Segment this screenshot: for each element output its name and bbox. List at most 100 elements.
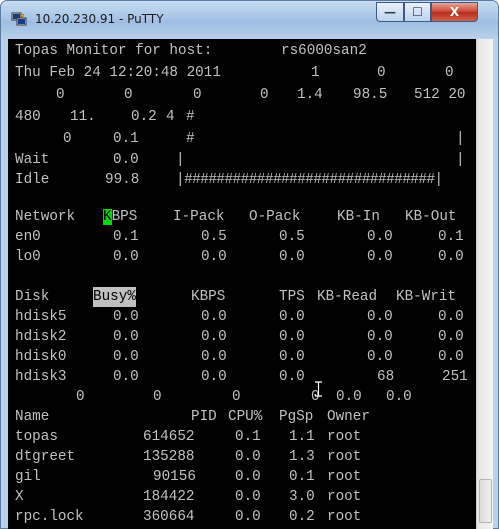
disk-cell: 0.0	[201, 369, 227, 385]
disk-col-header: KBPS	[191, 289, 226, 305]
putty-icon	[11, 12, 27, 26]
network-cell: 0.1	[438, 229, 464, 245]
wait-line: Wait 0.0 | |	[8, 150, 476, 170]
disk-cell: 0.0	[438, 309, 464, 325]
date-line-value: 0	[445, 65, 454, 81]
table-row: gil 90156 0.0 0.1 root	[8, 467, 476, 487]
cpu-value: 0.1	[113, 131, 139, 147]
network-header: Network KBPS I-Pack O-Pack KB-In KB-Out	[8, 207, 476, 227]
disk-col-header: TPS	[279, 289, 305, 305]
network-col-header: KB-In	[337, 209, 380, 225]
disk-cell: 0.0	[201, 329, 227, 345]
window-title: 10.20.230.91 - PuTTY	[35, 12, 164, 26]
process-name: topas	[15, 429, 58, 445]
date-line: Thu Feb 24 12:20:48 2011 1 0 0	[8, 63, 476, 83]
process-cell: root	[327, 509, 362, 525]
disk-cell: 0.0	[201, 309, 227, 325]
scrollbar-thumb[interactable]	[479, 479, 492, 523]
process-name: gil	[15, 469, 41, 485]
disk-cell: 0.0	[367, 329, 393, 345]
maximize-button[interactable]: ☐	[404, 2, 431, 22]
cpu-value: 0.2	[131, 109, 157, 125]
process-name: rpc.lock	[15, 509, 84, 525]
process-cell: 360664	[143, 509, 195, 525]
process-cell: 0.0	[235, 469, 261, 485]
process-cell: 0.0	[235, 489, 261, 505]
disk-cell: 0.0	[201, 349, 227, 365]
network-cell: 0.0	[367, 249, 393, 265]
idle-value: 99.8	[105, 172, 140, 188]
wait-value: 0.0	[113, 152, 139, 168]
disk-name: hdisk0	[15, 349, 67, 365]
summary-value: 0	[260, 87, 269, 103]
text-cursor-icon	[315, 381, 322, 397]
network-col-header: O-Pack	[249, 209, 301, 225]
process-col-header: Name	[15, 409, 50, 425]
table-row: X 184422 0.0 3.0 root	[8, 487, 476, 507]
network-cell: 0.5	[201, 229, 227, 245]
cpu-value: 480	[15, 109, 41, 125]
process-col-header: CPU%	[228, 409, 263, 425]
network-col-header: I-Pack	[173, 209, 225, 225]
summary-value: 1.4	[297, 87, 323, 103]
process-col-header: PID	[191, 409, 217, 425]
process-cell: 0.1	[235, 429, 261, 445]
disk-name: hdisk3	[15, 369, 67, 385]
misc-value: 0	[232, 389, 241, 405]
summary-value: 0	[56, 87, 65, 103]
process-cell: 135288	[143, 449, 195, 465]
disk-cell: 0.0	[367, 349, 393, 365]
minimize-button[interactable]: —	[376, 2, 404, 22]
cpu-line-2: 0 0.1 # |	[8, 129, 476, 149]
cpu-value: 4	[166, 109, 175, 125]
process-cell: root	[327, 429, 362, 445]
network-interface: lo0	[15, 249, 41, 265]
network-col-header: KB-Out	[405, 209, 457, 225]
process-cell: root	[327, 489, 362, 505]
disk-cell: 0.0	[279, 309, 305, 325]
table-row: rpc.lock 360664 0.0 0.2 root	[8, 507, 476, 527]
network-col-header: KBPS	[103, 207, 137, 227]
wait-bar: |	[176, 152, 185, 168]
summary-value: 512 20	[414, 87, 466, 103]
summary-value: 0	[193, 87, 202, 103]
terminal-screen[interactable]: Topas Monitor for host: rs6000san2 Thu F…	[8, 39, 476, 529]
process-cell: 0.0	[235, 449, 261, 465]
network-cell: 0.0	[201, 249, 227, 265]
disk-col-header: KB-Writ	[396, 289, 457, 305]
date-line-value: 1	[311, 65, 320, 81]
table-row: hdisk2 0.0 0.0 0.0 0.0 0.0	[8, 327, 476, 347]
topas-header-line: Topas Monitor for host: rs6000san2	[8, 41, 476, 61]
maximize-icon: ☐	[412, 5, 423, 19]
network-interface: en0	[15, 229, 41, 245]
network-cell: 0.1	[113, 229, 139, 245]
disk-name: hdisk5	[15, 309, 67, 325]
table-row: hdisk0 0.0 0.0 0.0 0.0 0.0	[8, 347, 476, 367]
network-col-header: Network	[15, 209, 76, 225]
disk-cell: 0.0	[279, 349, 305, 365]
cpu-bar: #	[186, 131, 195, 147]
process-cell: root	[327, 469, 362, 485]
summary-value: 98.5	[353, 87, 388, 103]
disk-cell: 0.0	[367, 309, 393, 325]
network-cell: 0.0	[438, 249, 464, 265]
title-bar[interactable]: 10.20.230.91 - PuTTY — ☐ X	[1, 1, 498, 38]
process-cell: 0.1	[289, 469, 315, 485]
process-name: dtgreet	[15, 449, 76, 465]
date-time: Thu Feb 24 12:20:48 2011	[15, 65, 221, 81]
idle-label: Idle	[15, 172, 50, 188]
cpu-value: 0	[63, 131, 72, 147]
process-cell: 3.0	[289, 489, 315, 505]
bar-end: |	[456, 131, 465, 147]
disk-cell: 68	[377, 369, 395, 385]
misc-value: 0.0	[336, 389, 362, 405]
process-col-header: Owner	[327, 409, 370, 425]
disk-cell: 251	[442, 369, 468, 385]
disk-cell: 0.0	[438, 349, 464, 365]
close-button[interactable]: X	[431, 2, 478, 22]
network-cell: 0.0	[113, 249, 139, 265]
vertical-scrollbar[interactable]	[476, 39, 493, 529]
disk-cell: 0.0	[113, 349, 139, 365]
process-cell: root	[327, 449, 362, 465]
disk-cell: 0.0	[113, 309, 139, 325]
